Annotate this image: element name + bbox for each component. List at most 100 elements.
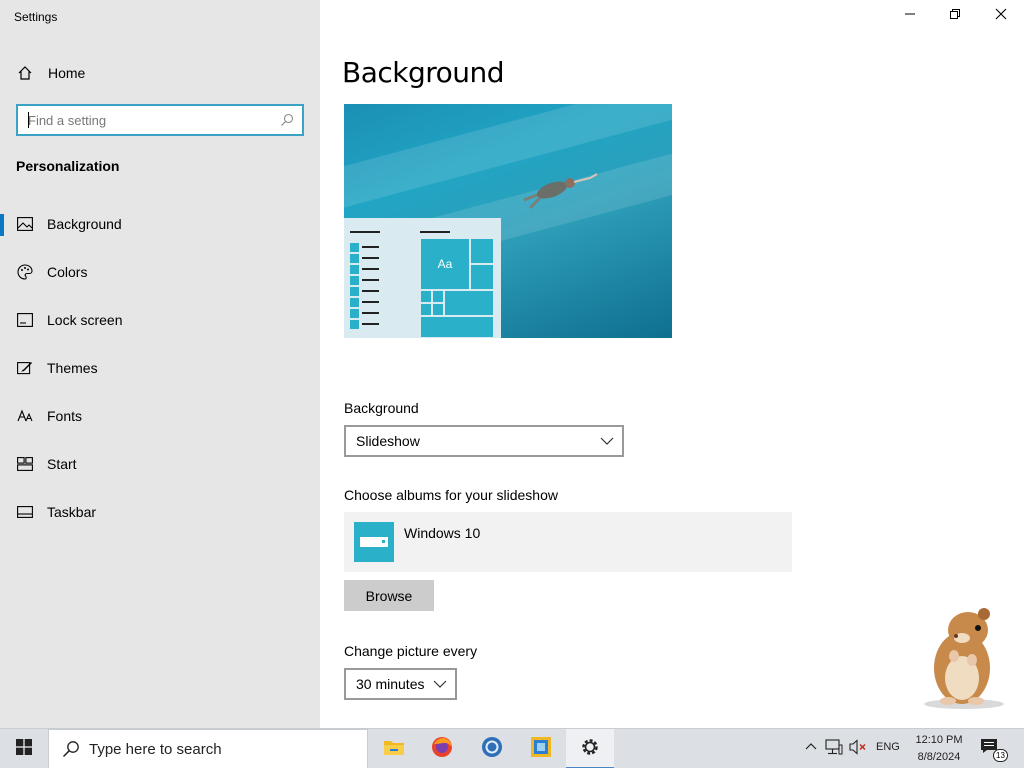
clock-date: 8/8/2024 <box>917 751 961 763</box>
restore-button[interactable] <box>932 0 978 32</box>
album-item[interactable]: Windows 10 <box>344 512 792 572</box>
clock-time: 12:10 PM <box>915 734 963 746</box>
settings-gear-icon <box>580 737 600 762</box>
action-center-button[interactable]: 13 <box>980 738 1008 762</box>
preview-tile <box>420 290 432 303</box>
home-icon <box>16 64 34 82</box>
network-icon <box>825 738 843 760</box>
chrome-icon <box>481 736 503 763</box>
preview-tile <box>420 316 494 338</box>
preview-start-menu: Aa <box>344 218 501 338</box>
preview-tile <box>470 238 494 264</box>
sidebar-item-label: Start <box>47 456 77 472</box>
themes-icon <box>16 359 34 377</box>
sidebar-item-label: Colors <box>47 264 88 280</box>
album-name: Windows 10 <box>404 525 481 541</box>
home-nav-item[interactable]: Home <box>16 62 85 84</box>
home-label: Home <box>48 65 86 81</box>
windows-logo-icon <box>16 738 32 760</box>
sidebar-nav: Background Colors Lock screen Themes Fon… <box>0 200 320 536</box>
preview-row <box>350 319 379 329</box>
interval-dropdown-value: 30 minutes <box>356 676 425 692</box>
chevron-up-icon <box>805 740 817 758</box>
preview-tile <box>432 303 444 316</box>
sidebar-item-lock-screen[interactable]: Lock screen <box>0 296 320 344</box>
chevron-down-icon <box>600 434 614 448</box>
taskbar-file-explorer[interactable] <box>370 729 418 768</box>
sidebar-item-background[interactable]: Background <box>0 200 320 248</box>
minimize-icon <box>904 7 916 25</box>
firefox-icon <box>431 736 453 763</box>
section-heading: Personalization <box>16 158 120 174</box>
text-caret <box>28 112 29 128</box>
show-hidden-icons-button[interactable] <box>801 739 821 759</box>
chevron-down-icon <box>433 677 447 691</box>
background-dropdown[interactable]: Slideshow <box>344 425 624 457</box>
background-dropdown-value: Slideshow <box>356 433 420 449</box>
taskbar-search-placeholder: Type here to search <box>89 740 222 758</box>
settings-search-box[interactable] <box>16 104 304 136</box>
volume-button[interactable] <box>848 738 868 760</box>
preview-row <box>350 297 379 307</box>
taskbar-settings[interactable] <box>566 729 614 768</box>
sidebar-item-themes[interactable]: Themes <box>0 344 320 392</box>
input-language[interactable]: ENG <box>876 741 900 753</box>
preview-line <box>350 231 380 233</box>
interval-dropdown[interactable]: 30 minutes <box>344 668 457 700</box>
app-icon <box>530 736 552 763</box>
minimize-button[interactable] <box>887 0 933 32</box>
preview-tile <box>444 290 494 316</box>
taskbar: Type here to search ENG 12:10 PM 8/8/202… <box>0 728 1024 768</box>
start-icon <box>16 455 34 473</box>
preview-tile <box>432 290 444 303</box>
preview-row <box>350 242 379 252</box>
picture-icon <box>16 215 34 233</box>
sidebar-item-taskbar[interactable]: Taskbar <box>0 488 320 536</box>
taskbar-icon <box>16 503 34 521</box>
preview-app-list <box>350 242 379 330</box>
taskbar-app[interactable] <box>517 729 565 768</box>
page-title: Background <box>342 56 505 89</box>
file-explorer-icon <box>383 737 405 762</box>
taskbar-chrome[interactable] <box>468 729 516 768</box>
sidebar-item-label: Themes <box>47 360 98 376</box>
preview-tile-aa: Aa <box>420 238 470 290</box>
preview-row <box>350 308 379 318</box>
settings-search-input[interactable] <box>18 106 276 134</box>
notification-count-badge: 13 <box>993 749 1008 762</box>
search-icon[interactable] <box>276 109 298 131</box>
taskbar-clock[interactable]: 12:10 PM 8/8/2024 <box>906 732 972 766</box>
taskbar-search-box[interactable]: Type here to search <box>48 729 368 768</box>
network-button[interactable] <box>824 738 844 760</box>
preview-tile <box>420 303 432 316</box>
app-title: Settings <box>14 10 58 24</box>
taskbar-firefox[interactable] <box>418 729 466 768</box>
sidebar-item-colors[interactable]: Colors <box>0 248 320 296</box>
hamster-mascot-image <box>924 608 1004 709</box>
sidebar: Settings Home Personalization Background… <box>0 0 320 728</box>
close-button[interactable] <box>978 0 1024 32</box>
sidebar-item-start[interactable]: Start <box>0 440 320 488</box>
preview-line <box>420 231 450 233</box>
preview-tiles: Aa <box>420 238 494 338</box>
change-picture-label: Change picture every <box>344 643 478 659</box>
restore-icon <box>949 7 961 25</box>
browse-button[interactable]: Browse <box>344 580 434 611</box>
sidebar-item-label: Background <box>47 216 122 232</box>
preview-row <box>350 275 379 285</box>
album-thumbnail <box>354 522 394 562</box>
search-icon <box>61 739 81 759</box>
volume-muted-icon <box>849 738 867 760</box>
preview-row <box>350 253 379 263</box>
sidebar-item-fonts[interactable]: Fonts <box>0 392 320 440</box>
albums-label: Choose albums for your slideshow <box>344 487 558 503</box>
lock-screen-icon <box>16 311 34 329</box>
sidebar-item-label: Fonts <box>47 408 83 424</box>
start-button[interactable] <box>0 729 48 768</box>
swimmer-image <box>523 173 598 210</box>
preview-row <box>350 286 379 296</box>
preview-row <box>350 264 379 274</box>
fonts-icon <box>16 407 34 425</box>
sidebar-item-label: Taskbar <box>47 504 97 520</box>
sidebar-item-label: Lock screen <box>47 312 123 328</box>
